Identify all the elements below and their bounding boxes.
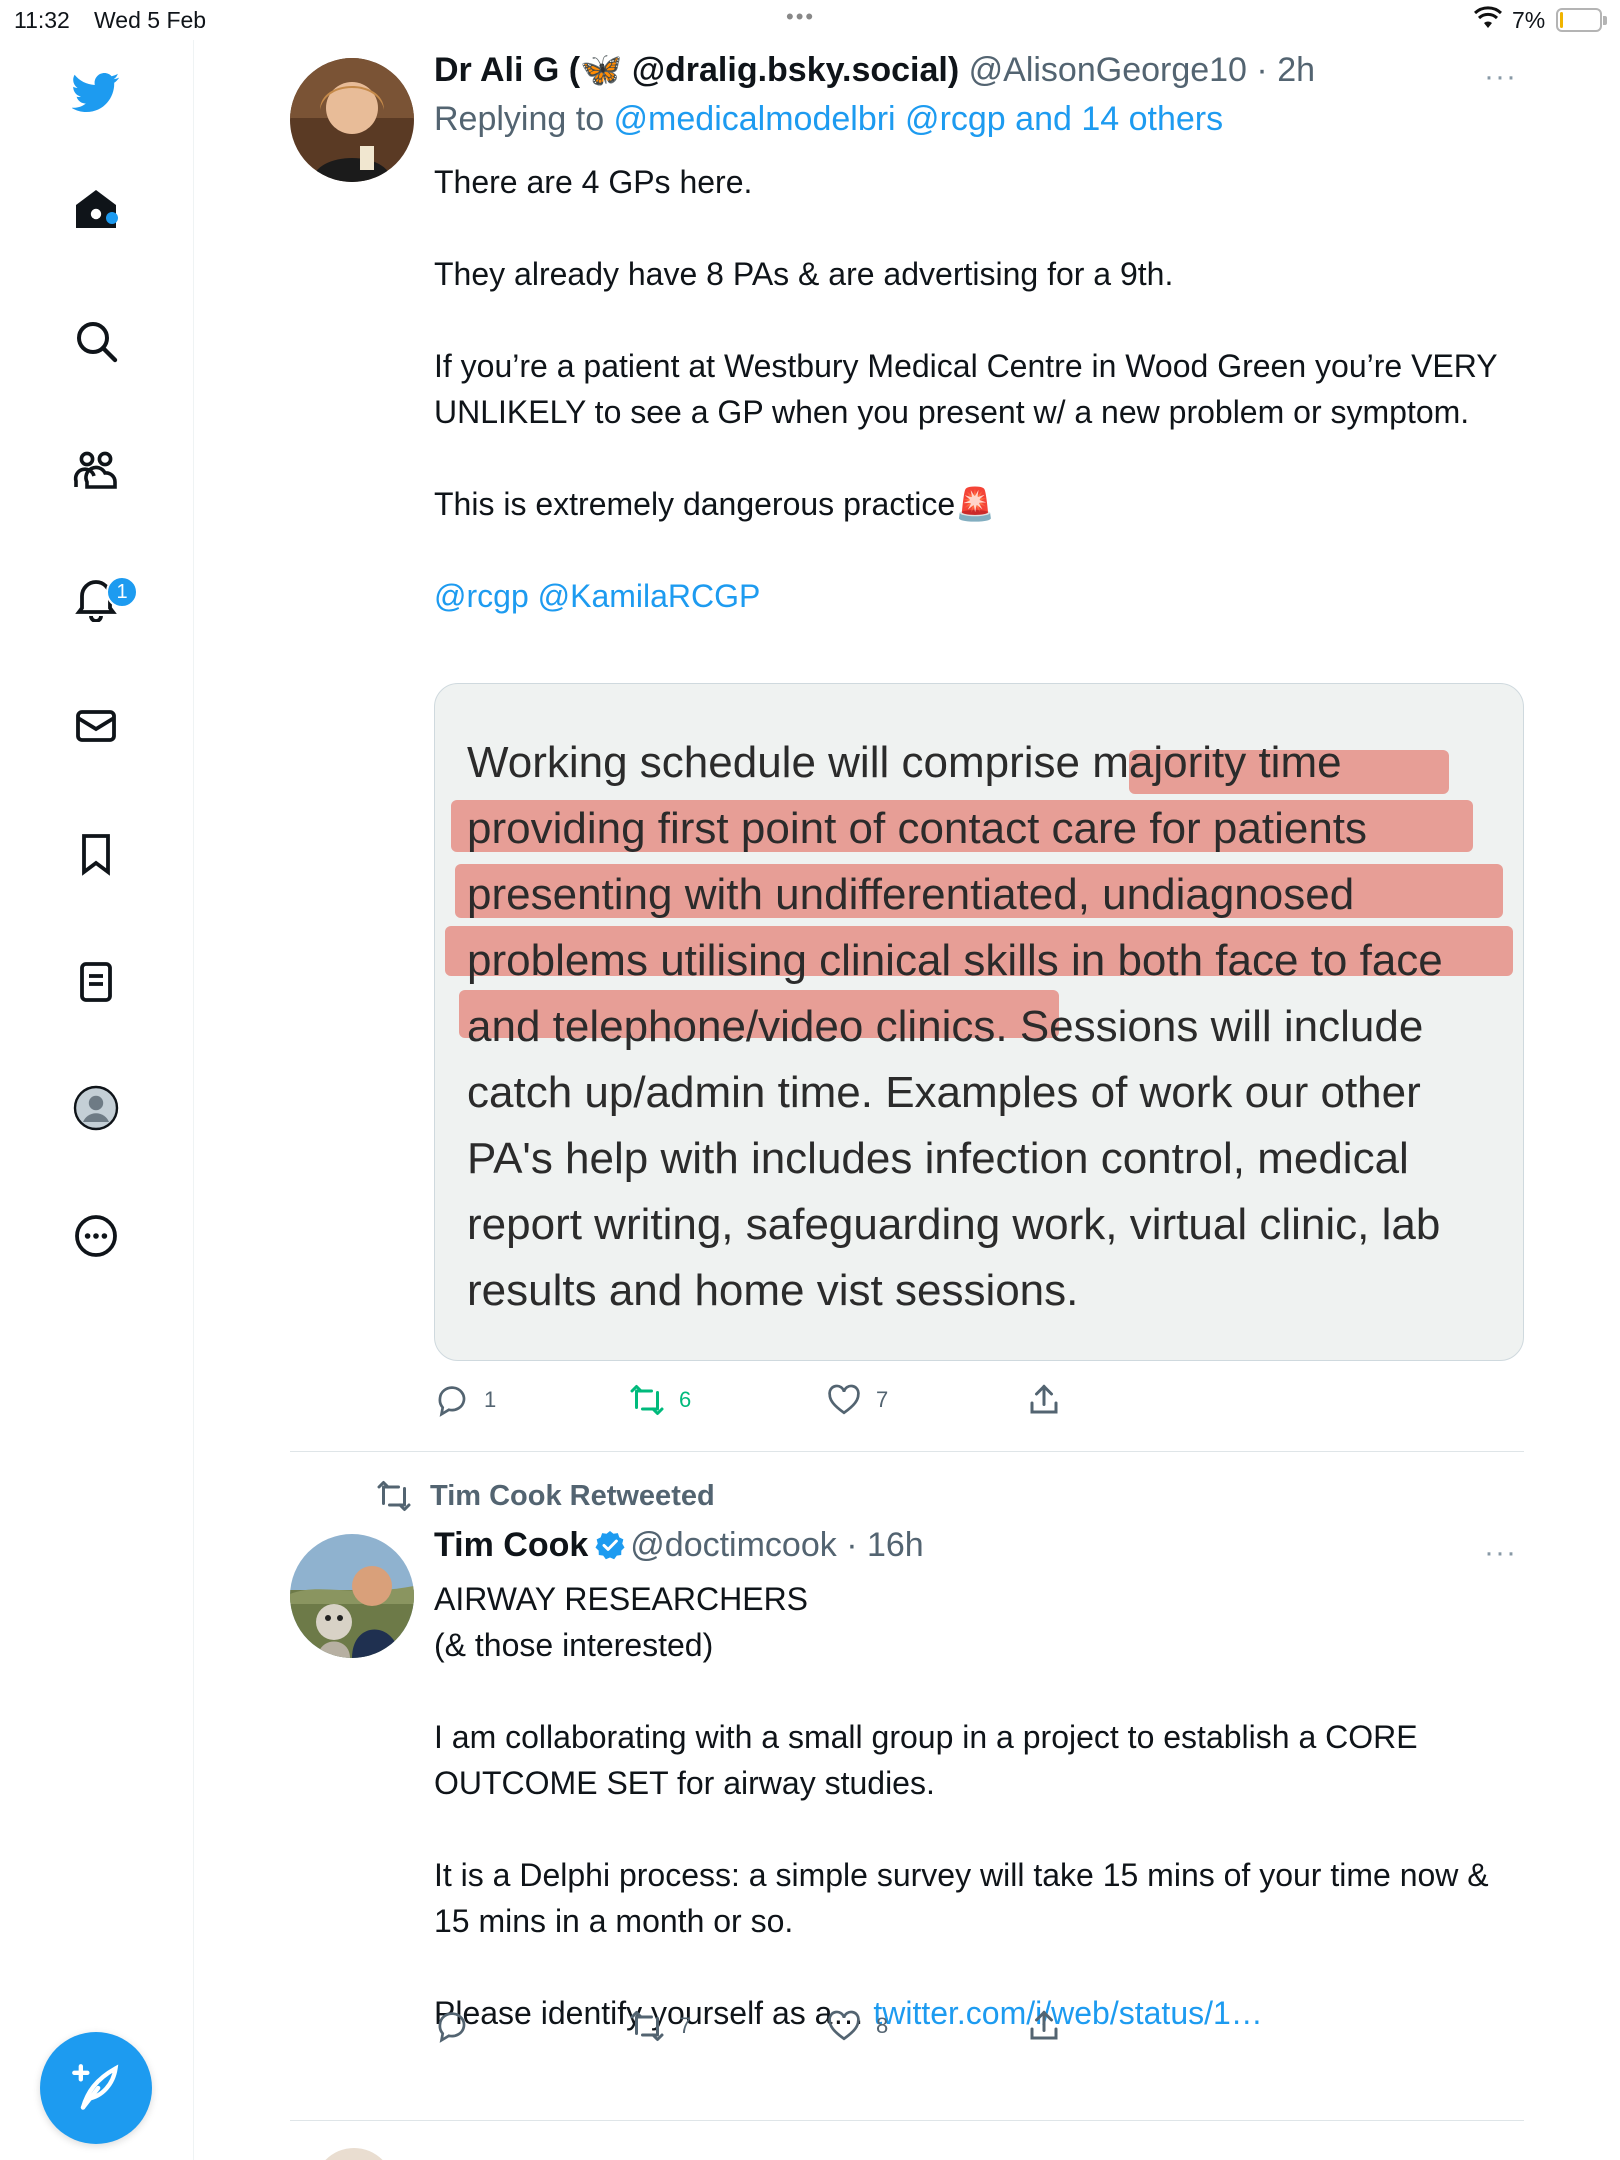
- twitter-logo-icon[interactable]: [68, 64, 124, 120]
- notifications-badge: 1: [106, 576, 138, 608]
- author-name[interactable]: Dr Ali G (🦋 @dralig.bsky.social): [434, 51, 959, 89]
- reply-count: 1: [484, 1387, 497, 1412]
- compose-tweet-button[interactable]: [40, 2032, 152, 2144]
- tweet-paragraph: It is a Delphi process: a simple survey …: [434, 1857, 1489, 1939]
- retweet-count: 7: [679, 2013, 692, 2038]
- tweet-more-icon[interactable]: ···: [1484, 1536, 1524, 1569]
- status-bar: 11:32 Wed 5 Feb ••• 7%: [0, 0, 1620, 40]
- verified-badge-icon: [595, 1531, 625, 1560]
- replying-to-link[interactable]: @medicalmodelbri @rcgp and 14 others: [614, 100, 1224, 138]
- tweet-paragraph: I am collaborating with a small group in…: [434, 1719, 1418, 1801]
- share-button[interactable]: [1026, 2008, 1076, 2044]
- profile-icon[interactable]: [68, 1080, 124, 1136]
- more-icon[interactable]: [68, 1208, 124, 1264]
- tweet[interactable]: Tim Cook @doctimcook · 16h ··· AIRWAY RES…: [290, 1524, 1524, 2084]
- tweet-paragraph: There are 4 GPs here.: [434, 164, 753, 200]
- tweet-text: There are 4 GPs here. They already have …: [434, 159, 1514, 619]
- tweet-paragraph: AIRWAY RESEARCHERS: [434, 1581, 809, 1617]
- retweeted-by-label: Tim Cook Retweeted: [430, 1479, 715, 1512]
- avatar[interactable]: [290, 1534, 414, 1658]
- tweet-author-line: Dr Ali G (🦋 @dralig.bsky.social) @Alison…: [434, 50, 1315, 90]
- heart-icon: [828, 2010, 860, 2041]
- retweet-icon: [630, 1385, 664, 1415]
- avatar[interactable]: [290, 58, 414, 182]
- tweet[interactable]: Dr Ali G (🦋 @dralig.bsky.social) @Alison…: [290, 48, 1524, 1448]
- like-count: 7: [876, 1387, 889, 1412]
- tweet-author-line: Tim Cook @doctimcook · 16h: [434, 1526, 924, 1565]
- battery-icon: [1556, 8, 1607, 32]
- tweet-divider: [290, 2120, 1524, 2121]
- share-icon: [1030, 1384, 1058, 1414]
- retweet-icon: [377, 1481, 411, 1511]
- retweet-button[interactable]: 6: [629, 1382, 691, 1418]
- like-button[interactable]: 7: [826, 1382, 888, 1418]
- reply-button[interactable]: [434, 2008, 484, 2044]
- reply-button[interactable]: 1: [434, 1382, 496, 1418]
- tweet-more-icon[interactable]: ···: [1484, 60, 1524, 93]
- retweeted-by[interactable]: Tim Cook Retweeted: [376, 1478, 715, 1514]
- sidebar: 1: [0, 40, 194, 2160]
- status-time: 11:32: [14, 7, 70, 33]
- wifi-icon: [1474, 6, 1502, 28]
- compose-tweet-icon: [72, 2064, 119, 2110]
- heart-icon: [828, 1384, 860, 1415]
- separator: ·: [1246, 51, 1278, 89]
- tweet-actions: 1 6 7: [434, 1382, 1134, 1422]
- messages-icon[interactable]: [68, 698, 124, 754]
- tweet-image[interactable]: Working schedule will comprise majority …: [434, 683, 1524, 1361]
- like-count: 8: [876, 2013, 889, 2038]
- status-date: Wed 5 Feb: [94, 7, 207, 33]
- replying-to-prefix: Replying to: [434, 100, 614, 138]
- author-name[interactable]: Tim Cook: [434, 1526, 588, 1564]
- reply-icon: [438, 2012, 466, 2043]
- author-handle[interactable]: @AlisonGeorge10: [969, 51, 1247, 89]
- tweet-mentions[interactable]: @rcgp @KamilaRCGP: [434, 573, 1514, 619]
- retweet-count: 6: [679, 1387, 692, 1412]
- home-icon[interactable]: [68, 182, 124, 238]
- separator: ·: [836, 1526, 867, 1564]
- share-icon: [1030, 2010, 1058, 2040]
- bookmarks-icon[interactable]: [68, 826, 124, 882]
- image-text: Working schedule will comprise majority …: [467, 738, 1443, 1315]
- battery-percent: 7%: [1512, 7, 1546, 33]
- timestamp[interactable]: 16h: [867, 1526, 924, 1564]
- tweet-divider: [290, 1451, 1524, 1452]
- communities-icon[interactable]: [68, 443, 124, 499]
- search-icon[interactable]: [68, 313, 124, 369]
- reply-icon: [438, 1386, 466, 1417]
- timestamp[interactable]: 2h: [1277, 51, 1315, 89]
- retweet-button[interactable]: 7: [629, 2008, 691, 2044]
- tweet-paragraph: If you’re a patient at Westbury Medical …: [434, 348, 1498, 430]
- next-tweet-peek[interactable]: [290, 2148, 1524, 2160]
- tweet-paragraph: They already have 8 PAs & are advertisin…: [434, 256, 1174, 292]
- tweet-text: AIRWAY RESEARCHERS (& those interested) …: [434, 1576, 1514, 2036]
- home-unread-dot: [106, 212, 118, 224]
- tweet-paragraph: This is extremely dangerous practice🚨: [434, 486, 995, 522]
- retweet-icon: [630, 2011, 664, 2041]
- share-button[interactable]: [1026, 1382, 1076, 1418]
- replying-to: Replying to @medicalmodelbri @rcgp and 1…: [434, 100, 1223, 139]
- multitasking-dots-icon[interactable]: •••: [786, 4, 815, 30]
- avatar: [314, 2148, 394, 2160]
- lists-icon[interactable]: [68, 954, 124, 1010]
- author-handle[interactable]: @doctimcook: [630, 1526, 836, 1564]
- tweet-paragraph: (& those interested): [434, 1627, 714, 1663]
- tweet-actions: 7 8: [434, 2008, 1134, 2048]
- like-button[interactable]: 8: [826, 2008, 888, 2044]
